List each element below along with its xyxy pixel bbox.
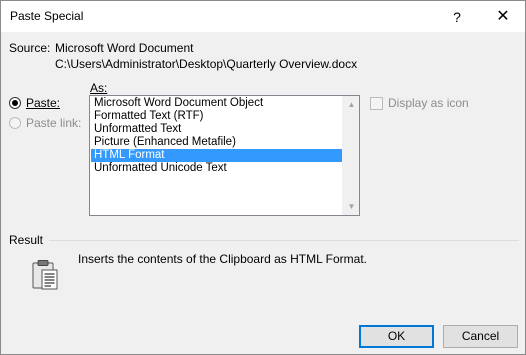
source-path: C:\Users\Administrator\Desktop\Quarterly… (55, 57, 358, 71)
clipboard-icon (31, 259, 61, 291)
as-label-text: As: (90, 81, 108, 95)
paste-link-radio-button[interactable] (9, 117, 21, 129)
paste-format-listbox[interactable]: Microsoft Word Document Object Formatted… (89, 95, 360, 216)
ok-button[interactable]: OK (359, 325, 434, 348)
as-label: As: (90, 81, 107, 95)
scroll-up-arrow-icon[interactable]: ▲ (343, 96, 360, 113)
paste-radio-option[interactable]: Paste: (9, 96, 60, 110)
display-as-icon-label: Display as icon (388, 96, 469, 110)
result-divider (49, 240, 519, 241)
cancel-button[interactable]: Cancel (443, 325, 518, 348)
paste-link-radio-option[interactable]: Paste link: (9, 116, 81, 130)
display-as-icon-checkbox[interactable] (370, 96, 383, 110)
help-button[interactable]: ? (437, 4, 477, 30)
result-label: Result (9, 233, 44, 247)
paste-radio-label: Paste: (26, 96, 61, 110)
result-description: Inserts the contents of the Clipboard as… (78, 252, 368, 266)
paste-radio-button[interactable] (9, 97, 21, 109)
scroll-down-arrow-icon[interactable]: ▼ (343, 198, 360, 215)
format-list: Microsoft Word Document Object Formatted… (91, 97, 343, 175)
listbox-scrollbar[interactable]: ▲ ▼ (342, 96, 359, 215)
paste-special-dialog: Paste Special ? ✕ Source: Microsoft Word… (0, 0, 526, 355)
list-item-selected[interactable]: HTML Format (91, 149, 343, 162)
close-button[interactable]: ✕ (483, 4, 523, 30)
list-item[interactable]: Formatted Text (RTF) (91, 110, 343, 123)
source-value: Microsoft Word Document (55, 41, 194, 55)
list-item[interactable]: Unformatted Unicode Text (91, 162, 343, 175)
display-as-icon-option[interactable]: Display as icon (370, 96, 469, 110)
source-label: Source: (9, 41, 51, 55)
dialog-title: Paste Special (10, 9, 84, 23)
list-item[interactable]: Unformatted Text (91, 123, 343, 136)
list-item[interactable]: Picture (Enhanced Metafile) (91, 136, 343, 149)
paste-link-radio-label: Paste link: (26, 116, 82, 130)
list-item[interactable]: Microsoft Word Document Object (91, 97, 343, 110)
title-bar: Paste Special ? ✕ (1, 1, 525, 32)
